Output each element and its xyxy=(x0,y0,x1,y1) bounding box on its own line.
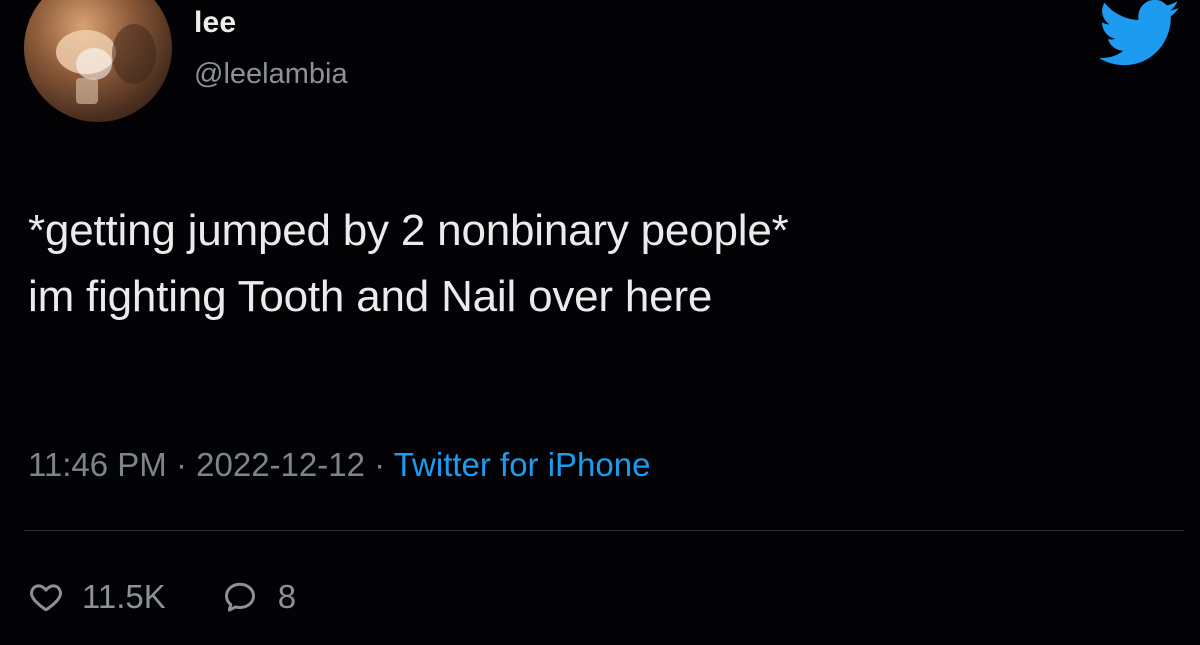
divider xyxy=(24,530,1184,531)
tweet-text: *getting jumped by 2 nonbinary people* i… xyxy=(28,198,1168,330)
tweet-metadata: 11:46 PM · 2022-12-12 · Twitter for iPho… xyxy=(28,446,650,484)
reply-button[interactable]: 8 xyxy=(222,578,296,616)
heart-icon xyxy=(30,584,62,612)
reply-count: 8 xyxy=(277,578,297,615)
tweet-time[interactable]: 11:46 PM xyxy=(28,446,167,483)
tweet-date[interactable]: 2022-12-12 xyxy=(196,446,365,483)
tweet-text-line: im fighting Tooth and Nail over here xyxy=(28,272,713,321)
like-button[interactable]: 11.5K xyxy=(28,578,166,616)
speech-bubble-icon xyxy=(224,582,255,612)
tweet-actions: 11.5K 8 xyxy=(28,578,296,616)
avatar[interactable] xyxy=(24,0,172,122)
twitter-bird-icon xyxy=(1098,0,1180,66)
meta-separator: · xyxy=(364,446,394,483)
like-count: 11.5K xyxy=(82,578,166,615)
tweet-card: lee @leelambia *getting jumped by 2 nonb… xyxy=(0,0,1200,645)
profile-photo-icon xyxy=(56,24,156,104)
display-name[interactable]: lee xyxy=(194,6,236,40)
meta-separator: · xyxy=(166,446,197,483)
tweet-text-line: *getting jumped by 2 nonbinary people* xyxy=(28,206,789,255)
tweet-source-link[interactable]: Twitter for iPhone xyxy=(394,446,651,483)
user-handle[interactable]: @leelambia xyxy=(194,58,348,91)
